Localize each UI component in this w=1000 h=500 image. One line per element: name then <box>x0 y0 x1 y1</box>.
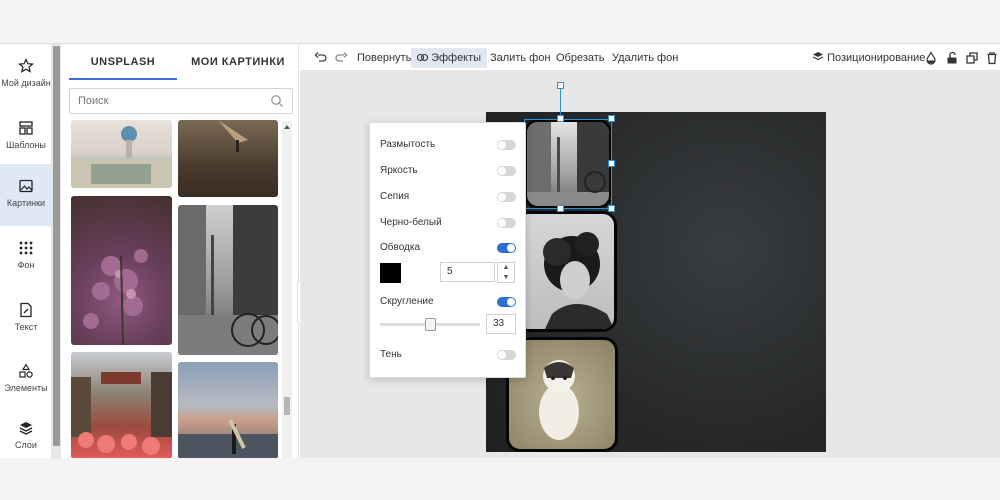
images-panel: UNSPLASH МОИ КАРТИНКИ <box>61 44 299 458</box>
stepper-down-icon[interactable]: ▼ <box>498 273 514 283</box>
blur-toggle[interactable] <box>497 140 516 150</box>
undo-icon[interactable] <box>314 51 328 65</box>
street-bicycle-photo <box>178 205 278 355</box>
resize-handle-top-right[interactable] <box>608 115 615 122</box>
rounding-label: Скругление <box>380 296 434 307</box>
positioning-label: Позиционирование <box>827 52 926 64</box>
resize-handle-top[interactable] <box>557 115 564 122</box>
portrait-photo <box>543 232 614 329</box>
crop-button[interactable]: Обрезать <box>556 48 605 68</box>
stroke-color-swatch[interactable] <box>380 263 401 283</box>
stroke-label: Обводка <box>380 242 421 253</box>
effects-button[interactable]: Эффекты <box>411 48 488 68</box>
rail-label: Фон <box>17 260 35 270</box>
scrollbar-thumb[interactable] <box>284 397 290 415</box>
thumbnail-image[interactable] <box>71 120 172 188</box>
effects-icon <box>416 53 429 62</box>
scrollbar-thumb[interactable] <box>53 46 60 446</box>
search-box <box>69 88 293 114</box>
shapes-icon <box>19 363 33 378</box>
thumbnail-image[interactable] <box>178 362 278 458</box>
rounding-toggle[interactable] <box>497 297 516 307</box>
shadow-toggle[interactable] <box>497 350 516 360</box>
rail-item-text[interactable]: Текст <box>0 292 52 350</box>
thumbnail-image[interactable] <box>178 120 278 197</box>
bw-label: Черно-белый <box>380 217 442 228</box>
scroll-up-arrow-icon[interactable] <box>284 125 290 129</box>
stroke-width-input[interactable]: 5 <box>440 262 495 282</box>
rail-label: Картинки <box>6 198 46 208</box>
image-icon <box>19 179 33 193</box>
rail-label: Слои <box>15 440 37 450</box>
text-doc-icon <box>20 302 32 318</box>
sepia-label: Сепия <box>380 191 410 202</box>
rail-item-elements[interactable]: Элементы <box>0 353 52 411</box>
festival-street-photo <box>71 372 172 455</box>
rail-scrollbar[interactable] <box>52 44 61 458</box>
rail-item-images[interactable]: Картинки <box>0 164 52 226</box>
tab-unsplash[interactable]: UNSPLASH <box>69 44 177 80</box>
redo-icon[interactable] <box>334 51 348 65</box>
brightness-label: Яркость <box>380 165 418 176</box>
tab-my-images[interactable]: МОИ КАРТИНКИ <box>181 44 295 80</box>
rail-item-layers[interactable]: Слои <box>0 410 52 458</box>
layers-icon <box>812 52 824 61</box>
rail-label: Элементы <box>4 383 48 393</box>
sepia-toggle[interactable] <box>497 192 516 202</box>
app-window: Мой дизайн Шаблоны Картинки Фон Текст Эл… <box>0 43 1000 458</box>
resize-handle-right[interactable] <box>608 160 615 167</box>
design-artboard[interactable] <box>486 82 826 452</box>
images-scrollbar[interactable] <box>282 121 292 458</box>
rotate-button[interactable]: Повернуть <box>357 48 411 68</box>
stepper-up-icon[interactable]: ▲ <box>498 263 514 273</box>
search-icon[interactable] <box>270 94 284 108</box>
rail-item-background[interactable]: Фон <box>0 230 52 288</box>
effects-popup: Размытость Яркость Сепия Черно-белый Обв… <box>369 122 526 378</box>
thumbnail-image[interactable] <box>71 196 172 345</box>
rounding-slider-knob[interactable] <box>425 318 436 331</box>
rail-label: Текст <box>14 322 38 332</box>
thumbnail-image[interactable] <box>178 205 278 355</box>
rotate-handle[interactable] <box>557 82 564 89</box>
resize-handle-bottom-right[interactable] <box>608 205 615 212</box>
effects-label: Эффекты <box>431 52 482 64</box>
shadow-label: Тень <box>380 349 402 360</box>
unlock-icon[interactable] <box>945 51 959 65</box>
rounding-slider[interactable] <box>380 318 480 331</box>
positioning-button[interactable]: Позиционирование <box>812 48 925 68</box>
remove-background-button[interactable]: Удалить фон <box>612 48 678 68</box>
canvas-photo-portrait[interactable] <box>514 211 617 332</box>
dots-grid-icon <box>19 241 33 255</box>
stroke-toggle[interactable] <box>497 243 516 253</box>
rail-item-my-design[interactable]: Мой дизайн <box>0 48 52 106</box>
opacity-drop-icon[interactable] <box>924 51 938 65</box>
left-rail: Мой дизайн Шаблоны Картинки Фон Текст Эл… <box>0 44 52 458</box>
rail-label: Шаблоны <box>6 140 46 150</box>
blur-label: Размытость <box>380 139 436 150</box>
selection-frame[interactable] <box>524 119 612 209</box>
search-input[interactable] <box>70 89 260 113</box>
brightness-toggle[interactable] <box>497 166 516 176</box>
rail-item-templates[interactable]: Шаблоны <box>0 110 52 168</box>
star-icon <box>18 58 34 73</box>
rounding-value-input[interactable]: 33 <box>486 314 516 334</box>
trash-icon[interactable] <box>985 51 999 65</box>
rail-label: Мой дизайн <box>1 78 51 88</box>
beach-photo <box>218 120 248 152</box>
source-tabs: UNSPLASH МОИ КАРТИНКИ <box>69 44 291 80</box>
vase-photo <box>71 126 172 188</box>
surfer-photo <box>178 419 278 458</box>
toolbar: Повернуть Эффекты Залить фон Обрезать Уд… <box>300 44 1000 71</box>
thumbnail-image[interactable] <box>71 352 172 458</box>
fill-background-button[interactable]: Залить фон <box>490 48 550 68</box>
layers-icon <box>19 422 33 435</box>
resize-handle-bottom[interactable] <box>557 205 564 212</box>
stroke-width-stepper: ▲ ▼ <box>497 262 515 283</box>
templates-icon <box>19 121 33 135</box>
flowers-photo <box>83 249 148 345</box>
duplicate-icon[interactable] <box>965 51 979 65</box>
bw-toggle[interactable] <box>497 218 516 228</box>
